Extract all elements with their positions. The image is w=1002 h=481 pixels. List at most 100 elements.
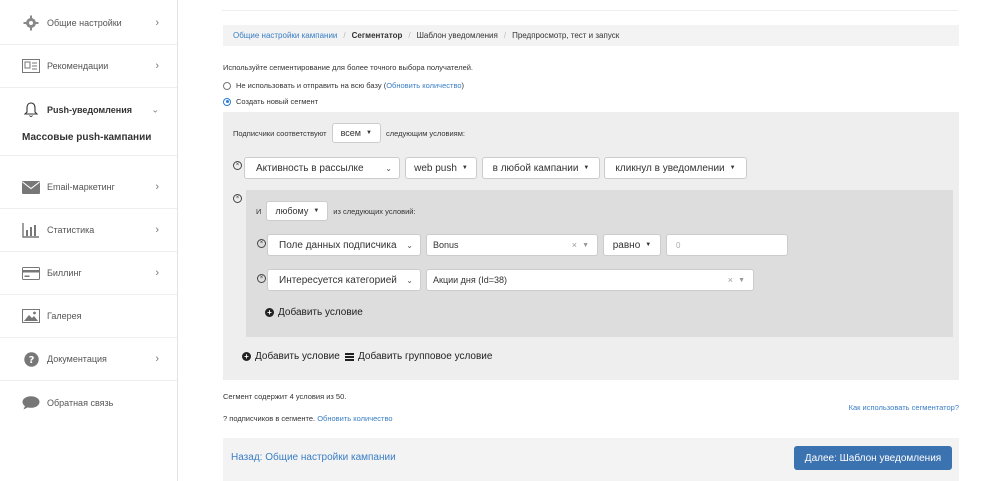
refresh-count-link[interactable]: Обновить количество <box>386 81 461 90</box>
remove-condition-icon[interactable]: × <box>257 239 266 248</box>
add-condition-label: Добавить условие <box>278 307 363 318</box>
sidebar-item-recommendations[interactable]: Рекомендации › <box>0 45 177 88</box>
segment-subscribers-info: ? подписчиков в сегменте. Обновить колич… <box>223 414 393 423</box>
sidebar-item-push[interactable]: Push-уведомления ⌄ <box>0 88 177 131</box>
breadcrumb-segmentator: Сегментатор <box>351 31 403 40</box>
sidebar-item-statistics[interactable]: Статистика › <box>0 209 177 252</box>
chevron-right-icon: › <box>155 181 159 193</box>
footer-bar: Назад: Общие настройки кампании Далее: Ш… <box>223 438 959 481</box>
group-match-row: И любому ▼ из следующих условий: <box>256 201 416 221</box>
breadcrumb-general-settings[interactable]: Общие настройки кампании <box>233 31 337 40</box>
dropdown-value: в любой кампании <box>492 162 579 174</box>
refresh-subscribers-link[interactable]: Обновить количество <box>317 414 392 423</box>
sidebar-item-gallery[interactable]: Галерея <box>0 295 177 338</box>
breadcrumb-separator: / <box>408 31 411 40</box>
bell-icon <box>22 101 40 119</box>
sidebar-subitem-mass-push[interactable]: Массовые push-кампании <box>22 132 151 143</box>
condition-field-select[interactable]: Активность в рассылке ⌄ <box>244 157 400 179</box>
recommendations-icon <box>22 57 40 75</box>
caret-down-icon: ▼ <box>461 165 468 171</box>
bar-chart-icon <box>22 221 40 239</box>
channel-dropdown[interactable]: web push ▼ <box>405 157 477 179</box>
radio-label: Создать новый сегмент <box>236 97 319 106</box>
radio-send-all[interactable]: Не использовать и отправить на всю базу … <box>223 81 464 90</box>
next-button[interactable]: Далее: Шаблон уведомления <box>794 446 952 470</box>
remove-condition-icon[interactable]: × <box>257 274 266 283</box>
image-icon <box>22 307 40 325</box>
clear-icon[interactable]: × <box>572 240 577 250</box>
add-condition-button[interactable]: + Добавить условие <box>242 351 340 362</box>
select-value: Активность в рассылке <box>256 162 364 174</box>
action-dropdown[interactable]: кликнул в уведомлении ▼ <box>604 157 747 179</box>
scope-dropdown[interactable]: в любой кампании ▼ <box>482 157 600 179</box>
radio-button[interactable] <box>223 97 231 106</box>
radio-new-segment[interactable]: Создать новый сегмент <box>223 97 318 106</box>
subscribers-text: ? подписчиков в сегменте. <box>223 414 316 423</box>
data-field-select[interactable]: Bonus × ▼ <box>426 234 598 256</box>
sidebar-item-label: Статистика <box>47 225 95 235</box>
clear-icon[interactable]: × <box>728 275 733 285</box>
add-condition-label: Добавить условие <box>255 351 340 362</box>
sidebar-item-label: Галерея <box>47 311 82 321</box>
sidebar-item-label: Рекомендации <box>47 61 109 71</box>
condition-group: И любому ▼ из следующих условий: × Поле д… <box>246 190 953 337</box>
chevron-down-icon: ⌄ <box>406 240 413 250</box>
plus-circle-icon: + <box>265 308 274 317</box>
divider <box>0 155 177 156</box>
plus-circle-icon: + <box>242 352 251 361</box>
sidebar-item-feedback[interactable]: Обратная связь <box>0 381 177 424</box>
main-content: Общие настройки кампании / Сегментатор /… <box>178 0 1002 481</box>
add-group-condition-button[interactable]: Добавить групповое условие <box>345 351 492 362</box>
caret-down-icon: ▼ <box>582 241 589 249</box>
dropdown-value: web push <box>414 162 457 174</box>
breadcrumb: Общие настройки кампании / Сегментатор /… <box>223 25 959 46</box>
radio-label: Не использовать и отправить на всю базу … <box>236 81 387 90</box>
chevron-down-icon: ⌄ <box>385 163 392 173</box>
sidebar-item-documentation[interactable]: ? Документация › <box>0 338 177 381</box>
breadcrumb-separator: / <box>503 31 507 40</box>
category-select[interactable]: Акции дня (Id=38) × ▼ <box>426 269 754 291</box>
segment-panel: Подписчики соответствуют всем ▼ следующим… <box>223 112 959 380</box>
caret-down-icon: ▼ <box>313 208 320 214</box>
group-suffix: из следующих условий: <box>333 206 416 216</box>
chat-icon <box>22 394 40 412</box>
remove-group-icon[interactable]: × <box>233 194 242 203</box>
divider <box>222 10 958 11</box>
sidebar-item-label: Документация <box>47 354 107 364</box>
group-condition-field-select[interactable]: Интересуется категорией ⌄ <box>267 269 421 291</box>
svg-text:?: ? <box>28 355 34 366</box>
chevron-right-icon: › <box>155 17 159 29</box>
radio-button[interactable] <box>223 81 231 90</box>
group-prefix: И <box>256 206 262 216</box>
input-placeholder: 0 <box>676 240 681 250</box>
help-segmentator-link[interactable]: Как использовать сегментатор? <box>849 403 959 412</box>
match-dropdown[interactable]: всем ▼ <box>331 123 381 143</box>
dropdown-value: равно <box>612 239 641 251</box>
match-suffix: следующим условиям: <box>385 128 465 138</box>
chevron-down-icon: ⌄ <box>151 104 159 114</box>
sidebar-item-billing[interactable]: Биллинг › <box>0 252 177 295</box>
chevron-right-icon: › <box>155 353 159 365</box>
chevron-right-icon: › <box>155 224 159 236</box>
select-value: Интересуется категорией <box>279 274 397 286</box>
operator-dropdown[interactable]: равно ▼ <box>603 234 661 256</box>
group-condition-field-select[interactable]: Поле данных подписчика ⌄ <box>267 234 421 256</box>
value-input[interactable]: 0 <box>666 234 788 256</box>
back-button[interactable]: Назад: Общие настройки кампании <box>231 452 396 463</box>
add-group-condition-label: Добавить групповое условие <box>358 351 493 362</box>
match-value: всем <box>340 128 361 138</box>
sidebar-item-label: Push-уведомления <box>47 104 132 115</box>
remove-condition-icon[interactable]: × <box>233 161 242 170</box>
list-icon <box>345 352 354 361</box>
group-match-dropdown[interactable]: любому ▼ <box>266 201 329 221</box>
sidebar: Общие настройки › Рекомендации › Push-ув… <box>0 0 178 481</box>
select-value: Поле данных подписчика <box>279 239 397 251</box>
caret-down-icon: ▼ <box>366 130 372 136</box>
group-add-condition-button[interactable]: + Добавить условие <box>265 307 363 318</box>
sidebar-item-general-settings[interactable]: Общие настройки › <box>0 2 177 45</box>
breadcrumb-separator: / <box>343 31 346 40</box>
select-value: Акции дня (Id=38) <box>433 275 508 285</box>
sidebar-item-email[interactable]: Email-маркетинг › <box>0 166 177 209</box>
envelope-icon <box>22 178 40 196</box>
segment-description: Используйте сегментирование для более то… <box>223 63 474 72</box>
